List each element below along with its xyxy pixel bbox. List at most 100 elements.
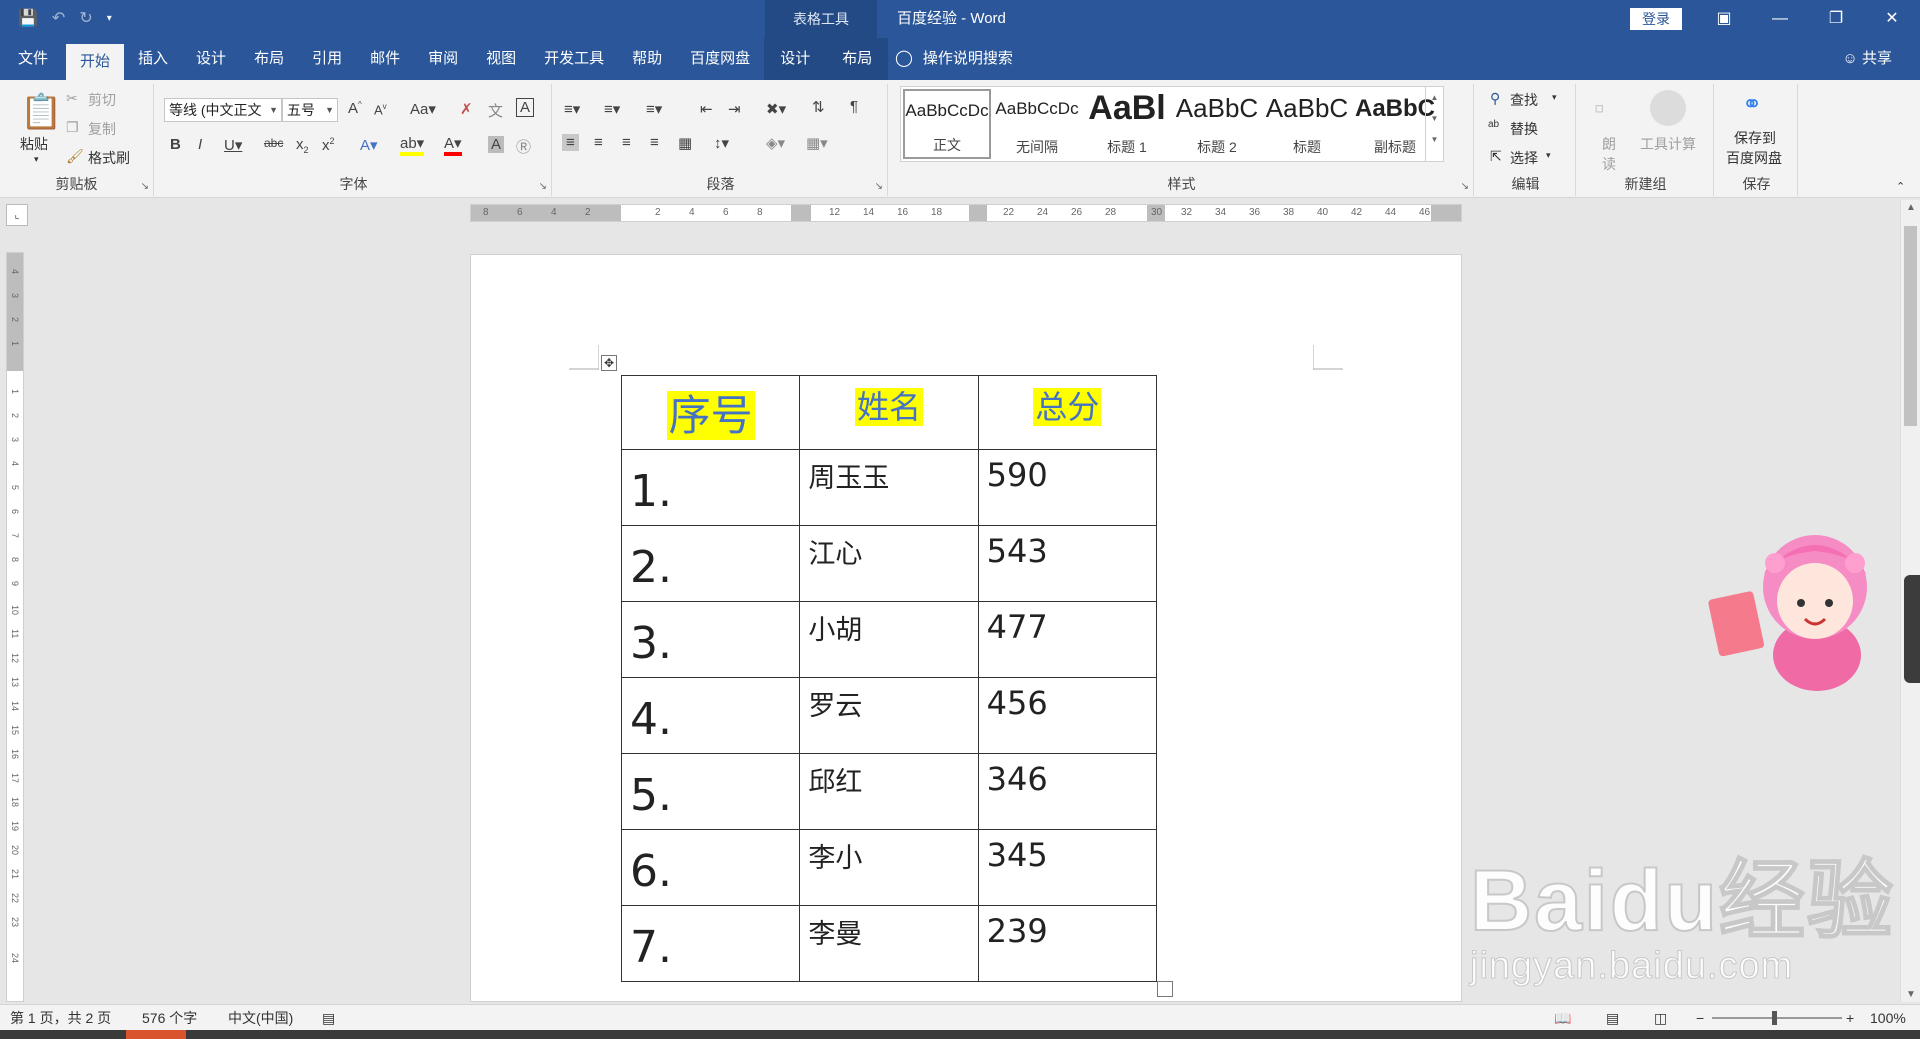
- table-cell[interactable]: 590: [977, 449, 1158, 526]
- highlight-color-icon[interactable]: ab▾: [400, 134, 425, 156]
- find-dropdown-icon[interactable]: ▾: [1552, 92, 1557, 103]
- change-case-icon[interactable]: Aa▾: [410, 100, 436, 118]
- align-right-icon[interactable]: ≡: [622, 134, 631, 151]
- grow-font-icon[interactable]: A^: [348, 100, 362, 117]
- font-color-icon[interactable]: A▾: [444, 134, 462, 156]
- zoom-in-icon[interactable]: +: [1846, 1005, 1854, 1031]
- align-left-icon[interactable]: ≡: [562, 134, 579, 151]
- select-icon[interactable]: ⇱: [1490, 148, 1502, 165]
- baidu-netdisk-icon[interactable]: ⚭: [1742, 90, 1762, 119]
- tab-references[interactable]: 引用: [298, 38, 356, 80]
- paste-dropdown-icon[interactable]: ▾: [34, 154, 39, 165]
- print-layout-icon[interactable]: ▤: [1606, 1005, 1619, 1031]
- save-to-netdisk-line2[interactable]: 百度网盘: [1726, 148, 1782, 168]
- cut-button[interactable]: 剪切: [88, 90, 116, 110]
- font-launcher-icon[interactable]: ↘: [539, 181, 547, 192]
- strikethrough-icon[interactable]: abc: [264, 136, 283, 150]
- table-cell[interactable]: 4.: [620, 677, 801, 754]
- collapse-ribbon-icon[interactable]: ⌃: [1896, 180, 1905, 193]
- show-marks-icon[interactable]: ¶: [850, 98, 858, 115]
- tab-home[interactable]: 开始: [66, 44, 125, 80]
- tab-layout[interactable]: 布局: [240, 38, 298, 80]
- close-icon[interactable]: ✕: [1864, 0, 1920, 38]
- table-cell[interactable]: 456: [977, 677, 1158, 754]
- scroll-down-icon[interactable]: ▼: [1901, 989, 1920, 1000]
- read-mode-icon[interactable]: 📖: [1554, 1005, 1571, 1031]
- table-cell[interactable]: 5.: [620, 753, 801, 830]
- login-button[interactable]: 登录: [1630, 8, 1682, 30]
- table-cell[interactable]: 罗云: [799, 677, 979, 754]
- table-cell[interactable]: 李曼: [799, 905, 979, 982]
- copy-icon[interactable]: ❐: [66, 119, 79, 136]
- select-button[interactable]: 选择: [1510, 148, 1538, 168]
- page-count[interactable]: 第 1 页，共 2 页: [10, 1005, 111, 1031]
- horizontal-ruler[interactable]: 8 6 4 2 2 4 6 8 12 14 16 18 22 24 26 28 …: [470, 204, 1462, 222]
- header-cell-index[interactable]: 序号: [620, 375, 801, 450]
- table-move-handle-icon[interactable]: ✥: [601, 355, 617, 371]
- tab-review[interactable]: 审阅: [414, 38, 472, 80]
- styles-launcher-icon[interactable]: ↘: [1461, 181, 1469, 192]
- tool-calc-icon[interactable]: [1650, 90, 1686, 126]
- side-panel-handle[interactable]: [1904, 575, 1920, 683]
- save-icon[interactable]: 💾: [18, 8, 38, 28]
- chevron-down-icon[interactable]: ▼: [1426, 114, 1443, 123]
- table-cell[interactable]: 6.: [620, 829, 801, 906]
- character-border-icon[interactable]: A: [516, 98, 535, 117]
- table-cell[interactable]: 345: [977, 829, 1158, 906]
- copy-button[interactable]: 复制: [88, 119, 116, 139]
- style-normal[interactable]: AaBbCcDc 正文: [903, 89, 991, 159]
- chinese-layout-icon[interactable]: ✖▾: [766, 100, 786, 118]
- styles-scroll[interactable]: ▲ ▼ ▼: [1425, 87, 1443, 161]
- zoom-level[interactable]: 100%: [1870, 1005, 1906, 1031]
- tab-baidu-netdisk[interactable]: 百度网盘: [676, 38, 764, 80]
- read-aloud-icon[interactable]: ▫: [1594, 92, 1605, 126]
- borders-icon[interactable]: ▦▾: [806, 134, 828, 152]
- phonetic-guide-icon[interactable]: 文: [488, 100, 503, 121]
- tab-design[interactable]: 设计: [182, 38, 240, 80]
- format-painter-icon[interactable]: 🖌: [66, 148, 84, 165]
- text-effects-icon[interactable]: A▾: [360, 136, 378, 154]
- score-table[interactable]: 序号 姓名 总分 1. 周玉玉 590 2. 江心 543 3. 小胡 477 …: [620, 375, 1158, 982]
- table-cell[interactable]: 346: [977, 753, 1158, 830]
- table-cell[interactable]: 周玉玉: [799, 449, 979, 526]
- tab-developer[interactable]: 开发工具: [530, 38, 618, 80]
- table-cell[interactable]: 477: [977, 601, 1158, 678]
- numbering-icon[interactable]: ≡▾: [604, 100, 620, 118]
- table-resize-handle[interactable]: [1157, 981, 1173, 997]
- bold-icon[interactable]: B: [170, 136, 181, 153]
- language[interactable]: 中文(中国): [228, 1005, 293, 1031]
- zoom-slider-track[interactable]: [1712, 1017, 1842, 1019]
- tab-mailings[interactable]: 邮件: [356, 38, 414, 80]
- paragraph-launcher-icon[interactable]: ↘: [875, 181, 883, 192]
- scroll-up-icon[interactable]: ▲: [1901, 202, 1920, 213]
- enclose-characters-icon[interactable]: Ⓡ: [516, 136, 531, 157]
- font-name-select[interactable]: 等线 (中文正文 ▼: [164, 98, 282, 122]
- table-cell[interactable]: 邱红: [799, 753, 979, 830]
- table-cell[interactable]: 2.: [620, 525, 801, 602]
- tool-calc-button[interactable]: 工具计算: [1640, 134, 1696, 154]
- find-button[interactable]: 查找: [1510, 90, 1538, 110]
- maximize-icon[interactable]: ❐: [1808, 0, 1864, 38]
- shrink-font-icon[interactable]: Av: [374, 102, 387, 117]
- table-cell[interactable]: 3.: [620, 601, 801, 678]
- minimize-icon[interactable]: —: [1752, 0, 1808, 38]
- font-size-select[interactable]: 五号 ▼: [282, 98, 338, 122]
- italic-icon[interactable]: I: [198, 136, 202, 153]
- character-shading-icon[interactable]: A: [488, 136, 505, 153]
- table-cell[interactable]: 小胡: [799, 601, 979, 678]
- superscript-icon[interactable]: x2: [322, 136, 335, 154]
- style-no-spacing[interactable]: AaBbCcDc 无间隔: [993, 89, 1081, 159]
- tab-help[interactable]: 帮助: [618, 38, 676, 80]
- style-heading-2[interactable]: AaBbC 标题 2: [1173, 89, 1261, 159]
- cut-icon[interactable]: ✂: [66, 90, 78, 107]
- save-to-netdisk-line1[interactable]: 保存到: [1734, 128, 1776, 148]
- table-cell[interactable]: 李小: [799, 829, 979, 906]
- undo-icon[interactable]: ↶: [52, 8, 65, 28]
- read-aloud-label-2[interactable]: 读: [1602, 154, 1616, 174]
- subscript-icon[interactable]: x2: [296, 136, 309, 155]
- paste-icon[interactable]: 📋: [20, 92, 62, 132]
- read-aloud-label-1[interactable]: 朗: [1602, 134, 1616, 154]
- ribbon-display-options-icon[interactable]: ▣: [1696, 0, 1752, 38]
- clear-formatting-icon[interactable]: ✗: [460, 100, 473, 118]
- multilevel-list-icon[interactable]: ≡▾: [646, 100, 662, 118]
